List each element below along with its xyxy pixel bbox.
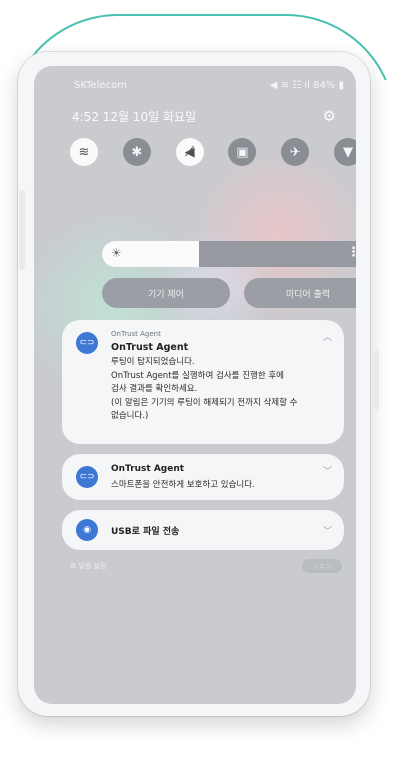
notification-ontrust-protect[interactable]: ⊂⊃ OnTrust Agent 스마트폰을 안전하게 보호하고 있습니다. ﹀ (62, 454, 344, 500)
notification-title: OnTrust Agent (111, 342, 189, 353)
carrier-label: SKTelecom (74, 80, 127, 91)
mute-icon[interactable]: ◀̸ (175, 138, 204, 166)
notification-app-name: OnTrust Agent (111, 330, 161, 338)
status-bar: SKTelecom ◀ ≋ ☷ ıl 84% ▮ (34, 80, 356, 94)
datetime: 4:52 12월 10일 화요일 (72, 110, 197, 124)
brightness-slider[interactable]: ☀ ⋮ (102, 241, 356, 267)
notification-panel: SKTelecom ◀ ≋ ☷ ıl 84% ▮ 4:52 12월 10일 화요… (34, 66, 356, 704)
notification-line: 검사 결과를 확인하세요. (111, 384, 198, 394)
ontrust-app-icon: ⊂⊃ (76, 332, 98, 354)
screen-rotation-icon[interactable]: ▣ (228, 138, 257, 166)
side-button-left (19, 190, 25, 270)
wifi-icon[interactable]: ≋ (70, 138, 98, 166)
notification-usb[interactable]: ◉ USB로 파일 전송 ﹀ (62, 510, 344, 550)
notification-line: OnTrust Agent를 실행하여 검사를 진행한 후에 (111, 370, 284, 381)
notification-title: USB로 파일 전송 (111, 527, 180, 537)
notification-subtitle: 스마트폰을 안전하게 보호하고 있습니다. (111, 480, 255, 490)
expand-chevron-icon[interactable]: ﹀ (323, 464, 332, 477)
expand-chevron-icon[interactable]: ﹀ (323, 524, 332, 537)
notification-ontrust-rooting[interactable]: ⊂⊃ OnTrust Agent ︿ OnTrust Agent 루팅이 탐지되… (62, 320, 344, 444)
quick-toggles: ≋ ✱ ◀̸ ▣ ✈ ▼ (70, 138, 356, 166)
side-button-right (373, 350, 379, 410)
panel-buttons: 기기 제어 미디어 출력 (102, 278, 356, 308)
notification-body: 루팅이 탐지되었습니다. OnTrust Agent를 실행하여 검사를 진행한… (111, 356, 333, 424)
flashlight-icon[interactable]: ▼ (333, 138, 356, 166)
notification-line: (이 알림은 기기의 루팅이 해제되기 전까지 삭제할 수 (111, 397, 298, 408)
device-control-button[interactable]: 기기 제어 (102, 278, 230, 308)
bluetooth-icon[interactable]: ✱ (122, 138, 151, 166)
status-icons: ◀ ≋ ☷ ıl 84% ▮ (269, 80, 344, 91)
notification-settings-link[interactable]: ⚙ 알림 설정 (70, 561, 107, 571)
media-output-button[interactable]: 미디어 출력 (244, 278, 356, 308)
airplane-icon[interactable]: ✈ (281, 138, 310, 166)
notification-line: 루팅이 탐지되었습니다. (111, 357, 195, 367)
ontrust-app-icon: ⊂⊃ (76, 466, 98, 488)
settings-gear-icon[interactable]: ⚙ (323, 107, 336, 125)
more-options-icon[interactable]: ⋮ (347, 245, 356, 260)
datetime-row: 4:52 12월 10일 화요일 ⚙ (34, 107, 356, 126)
collapse-chevron-icon[interactable]: ︿ (323, 330, 332, 343)
notification-line: 없습니다.) (111, 411, 149, 421)
notification-title: OnTrust Agent (111, 464, 185, 474)
clear-button[interactable]: 지우기 (302, 559, 342, 573)
usb-icon: ◉ (76, 519, 98, 541)
panel-footer: ⚙ 알림 설정 지우기 (34, 558, 356, 574)
brightness-icon: ☀ (111, 246, 122, 260)
